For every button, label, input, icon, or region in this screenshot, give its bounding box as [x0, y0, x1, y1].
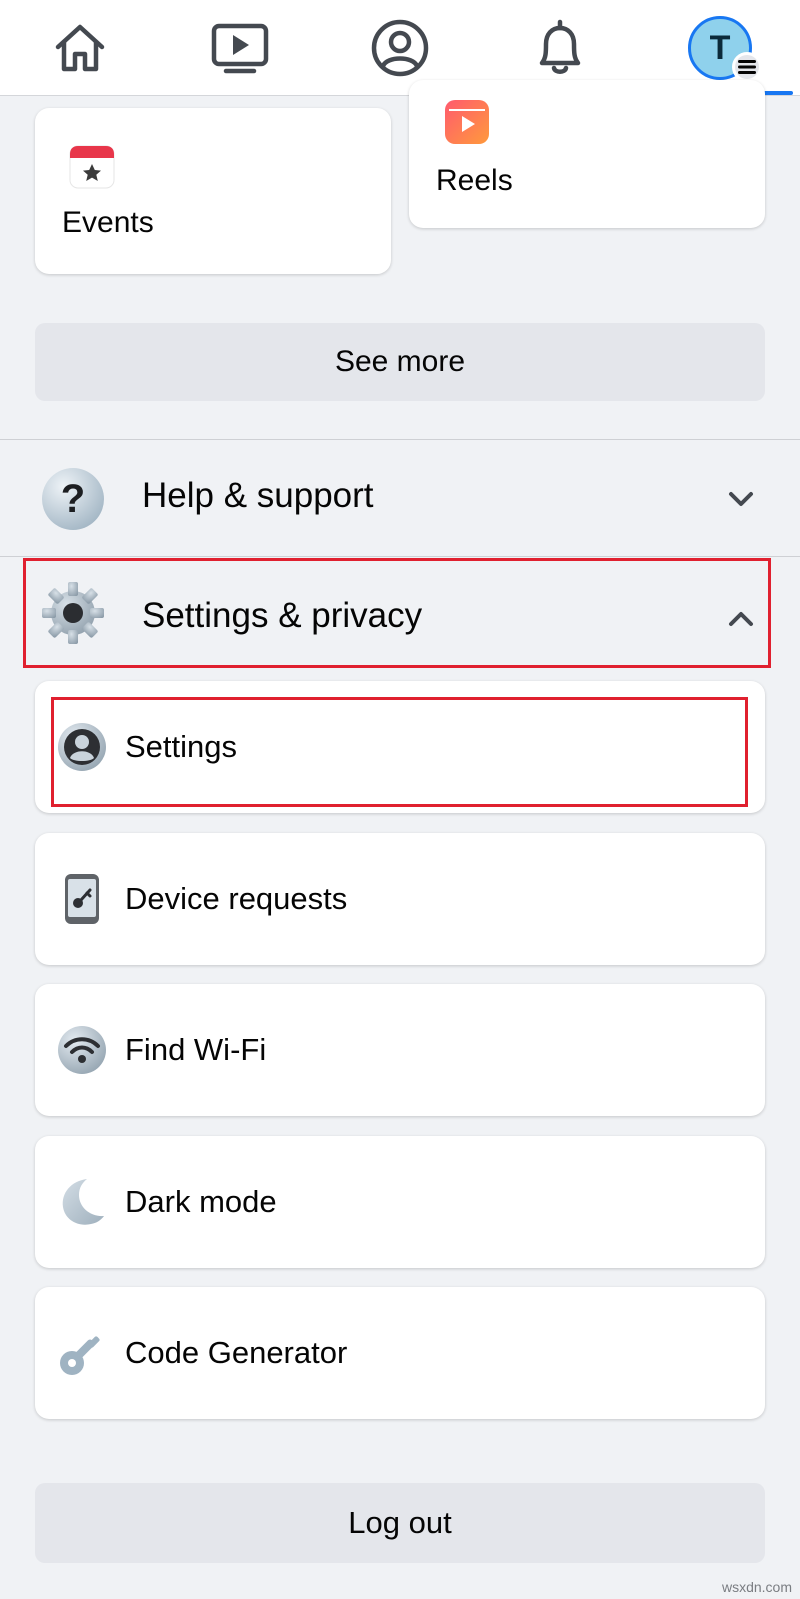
question-icon: ? [42, 468, 104, 530]
key-icon [60, 1336, 100, 1375]
menu-item-label: Find Wi-Fi [125, 1032, 267, 1067]
reels-icon [445, 100, 489, 144]
help-support-label: Help & support [142, 476, 374, 515]
menu-item-dark-mode[interactable]: Dark mode [35, 1136, 765, 1268]
watermark: wsxdn.com [721, 1579, 792, 1595]
divider [0, 439, 800, 440]
menu-item-find-wifi[interactable]: Find Wi-Fi [35, 984, 765, 1116]
profile-icon [371, 19, 429, 77]
menu-item-label: Code Generator [125, 1335, 348, 1370]
menu-item-device-requests[interactable]: Device requests [35, 833, 765, 965]
calendar-star-icon [69, 145, 115, 189]
moon-icon [62, 1179, 104, 1225]
menu-item-label: Dark mode [125, 1184, 277, 1219]
svg-text:?: ? [61, 477, 85, 521]
gear-icon [42, 582, 104, 644]
shortcut-label-reels: Reels [436, 164, 513, 197]
menu-item-label: Device requests [125, 881, 348, 916]
log-out-button[interactable]: Log out [35, 1483, 765, 1563]
avatar: T [688, 16, 762, 82]
menu-item-settings[interactable]: Settings [35, 681, 765, 813]
menu-item-code-generator[interactable]: Code Generator [35, 1287, 765, 1419]
nav-tab-notifications[interactable] [505, 8, 615, 88]
shortcut-card-events[interactable]: Events [35, 108, 391, 274]
nav-tab-watch[interactable] [185, 8, 295, 88]
home-icon [55, 24, 105, 72]
chevron-up-icon [729, 612, 753, 626]
user-circle-icon [58, 723, 106, 771]
shortcut-card-reels[interactable]: Reels [409, 80, 765, 228]
video-icon [211, 23, 269, 74]
settings-privacy-label: Settings & privacy [142, 596, 423, 635]
menu-item-label: Settings [125, 729, 238, 764]
nav-tab-home[interactable] [25, 8, 135, 88]
bell-icon [539, 19, 581, 74]
see-more-button[interactable]: See more [35, 323, 765, 401]
chevron-down-icon [729, 492, 753, 506]
phone-key-icon [65, 874, 99, 924]
nav-tab-profile[interactable] [345, 8, 455, 88]
nav-tab-menu[interactable]: T [665, 8, 775, 88]
help-support-row[interactable]: ? Help & support [0, 444, 800, 554]
settings-privacy-row[interactable]: Settings & privacy [0, 560, 800, 670]
shortcut-label-events: Events [62, 206, 154, 239]
divider [0, 556, 800, 557]
wifi-icon [58, 1026, 106, 1074]
hamburger-icon [732, 52, 762, 82]
